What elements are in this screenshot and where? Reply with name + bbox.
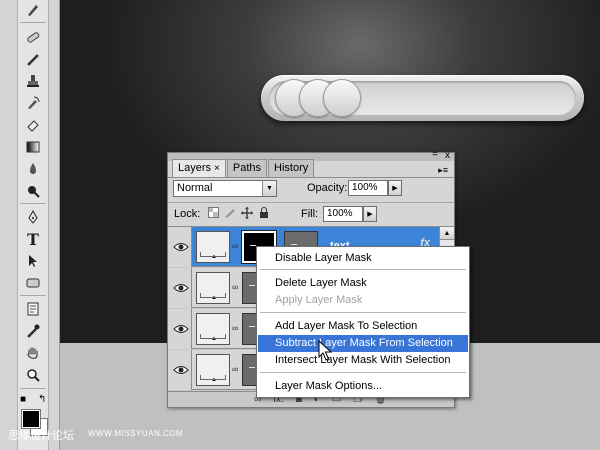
- pencil-icon[interactable]: [22, 49, 44, 69]
- blend-mode-select[interactable]: Normal ▼: [173, 180, 277, 197]
- type-tool-icon[interactable]: T: [22, 229, 44, 249]
- layer-mask-context-menu: Disable Layer Mask Delete Layer Mask App…: [256, 246, 470, 398]
- tool-divider: [20, 22, 46, 23]
- chevron-down-icon[interactable]: ▼: [262, 181, 276, 196]
- tool-divider: [20, 295, 46, 296]
- menu-item-disable-layer-mask[interactable]: Disable Layer Mask: [258, 250, 468, 267]
- clone-stamp-icon[interactable]: [22, 71, 44, 91]
- tab-label: Paths: [232, 162, 262, 174]
- link-icon[interactable]: ∞: [232, 241, 238, 251]
- lock-position-icon[interactable]: [241, 207, 253, 222]
- menu-item-intersect-mask-with-selection[interactable]: Intersect Layer Mask With Selection: [258, 352, 468, 369]
- lock-pixels-icon[interactable]: [224, 207, 236, 221]
- close-icon[interactable]: x: [445, 151, 450, 161]
- opacity-slider-button[interactable]: ▶: [388, 180, 402, 196]
- hand-tool-icon[interactable]: [22, 343, 44, 363]
- layer-thumbnail[interactable]: ▲: [196, 313, 230, 345]
- tool-divider: [20, 388, 46, 389]
- layer-thumbnail[interactable]: ▲: [196, 272, 230, 304]
- slider-knob: [275, 79, 361, 117]
- healing-brush-icon[interactable]: [22, 27, 44, 47]
- watermark-right: WWW.MISSYUAN.COM: [88, 429, 184, 438]
- eyedropper-icon[interactable]: [22, 321, 44, 341]
- tool-divider: [20, 203, 46, 204]
- brush-tool-icon[interactable]: [22, 0, 44, 20]
- lock-transparent-icon[interactable]: [208, 207, 219, 221]
- menu-item-subtract-mask-from-selection[interactable]: Subtract Layer Mask From Selection: [258, 335, 468, 352]
- watermark-left: 思缘设计论坛: [8, 430, 74, 442]
- menu-item-add-mask-to-selection[interactable]: Add Layer Mask To Selection: [258, 318, 468, 335]
- zoom-tool-icon[interactable]: [22, 365, 44, 385]
- history-brush-icon[interactable]: [22, 93, 44, 113]
- default-colors-icon[interactable]: ■: [20, 394, 26, 405]
- fill-label: Fill:: [301, 208, 319, 220]
- fill-input[interactable]: 100%: [323, 206, 363, 222]
- divider: [168, 202, 454, 203]
- knob-ring: [323, 79, 361, 117]
- dodge-icon[interactable]: [22, 181, 44, 201]
- gradient-icon[interactable]: [22, 137, 44, 157]
- path-selection-icon[interactable]: [22, 251, 44, 271]
- tab-label: Layers: [178, 162, 212, 174]
- layer-thumbnail[interactable]: ▲: [196, 354, 230, 386]
- scroll-up-icon[interactable]: ▲: [440, 227, 454, 240]
- panel-menu-icon[interactable]: ▸≡: [438, 165, 448, 176]
- eye-icon[interactable]: [172, 239, 190, 255]
- menu-separator: [260, 372, 466, 373]
- slider-artwork: [261, 75, 584, 121]
- opacity-input[interactable]: 100%: [348, 180, 388, 196]
- lock-label: Lock:: [174, 208, 201, 220]
- tab-paths[interactable]: Paths: [226, 159, 268, 177]
- eye-icon[interactable]: [172, 321, 190, 337]
- menu-item-apply-layer-mask: Apply Layer Mask: [275, 294, 363, 306]
- shape-tool-icon[interactable]: [22, 273, 44, 293]
- menu-item-layer-mask-options[interactable]: Layer Mask Options...: [258, 378, 468, 395]
- opacity-label: Opacity:: [307, 182, 348, 194]
- menu-separator: [260, 312, 466, 313]
- link-icon[interactable]: ∞: [232, 323, 238, 333]
- tab-label: History: [274, 162, 309, 174]
- blur-icon[interactable]: [22, 159, 44, 179]
- menu-item-delete-layer-mask[interactable]: Delete Layer Mask: [258, 275, 468, 292]
- menu-separator: [260, 269, 466, 270]
- divider: [168, 177, 454, 178]
- tools-panel: T ■ ↰: [0, 0, 60, 450]
- pen-tool-icon[interactable]: [22, 207, 44, 227]
- tab-close-icon[interactable]: ×: [214, 163, 220, 174]
- panel-tabs: Layers × Paths History: [172, 159, 315, 178]
- link-icon[interactable]: ∞: [232, 364, 238, 374]
- tab-history[interactable]: History: [268, 159, 315, 177]
- lock-all-icon[interactable]: [259, 207, 269, 222]
- notes-icon[interactable]: [22, 299, 44, 319]
- foreground-color-swatch[interactable]: [21, 409, 41, 429]
- minimize-icon[interactable]: =: [432, 150, 438, 160]
- mouse-pointer-icon: [318, 340, 333, 361]
- layer-thumbnail[interactable]: ▲: [196, 231, 230, 263]
- blend-mode-value: Normal: [177, 182, 213, 194]
- fill-slider-button[interactable]: ▶: [363, 206, 377, 222]
- eye-icon[interactable]: [172, 280, 190, 296]
- swap-colors-icon[interactable]: ↰: [38, 394, 46, 405]
- eye-icon[interactable]: [172, 362, 190, 378]
- tab-layers[interactable]: Layers ×: [172, 159, 226, 178]
- eraser-icon[interactable]: [22, 115, 44, 135]
- link-icon[interactable]: ∞: [232, 282, 238, 292]
